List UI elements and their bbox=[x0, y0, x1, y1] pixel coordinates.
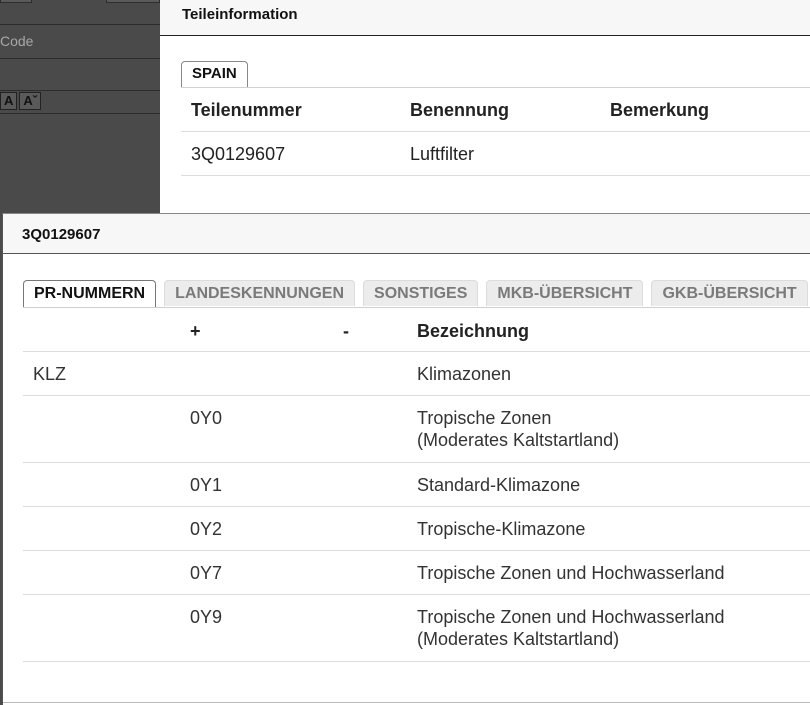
section-title: Teileinformation bbox=[182, 6, 298, 23]
pr-description: Tropische Zonen (Moderates Kaltstartland… bbox=[417, 408, 620, 450]
divider bbox=[0, 90, 160, 91]
pr-plus-code: 0Y7 bbox=[190, 563, 223, 583]
table-row[interactable]: 0Y9 Tropische Zonen und Hochwasserland (… bbox=[23, 595, 810, 662]
pr-plus-code: 0Y9 bbox=[190, 607, 223, 627]
divider bbox=[0, 113, 160, 114]
pr-description: Tropische Zonen und Hochwasserland bbox=[417, 563, 725, 583]
tab-landeskennungen[interactable]: LANDESKENNUNGEN bbox=[164, 280, 356, 306]
tab-spain[interactable]: SPAIN bbox=[181, 61, 248, 87]
table-row[interactable]: KLZ Klimazonen bbox=[23, 352, 810, 396]
column-header-description[interactable]: Bezeichnung bbox=[417, 320, 529, 342]
section-header: Teileinformation bbox=[160, 0, 810, 36]
dialog-footer-divider bbox=[3, 702, 810, 703]
font-increase-button[interactable]: Aˇ bbox=[19, 92, 42, 110]
divider bbox=[0, 58, 160, 59]
tab-pr-nummern[interactable]: PR-NUMMERN bbox=[23, 280, 157, 307]
column-header[interactable]: Bemerkung bbox=[610, 100, 709, 121]
tab-mkb-uebersicht[interactable]: MKB-ÜBERSICHT bbox=[486, 280, 644, 306]
pr-description: Klimazonen bbox=[417, 364, 512, 384]
column-header[interactable]: Teilenummer bbox=[191, 100, 302, 121]
pr-plus-code: 0Y0 bbox=[190, 408, 223, 428]
tab-sonstiges[interactable]: SONSTIGES bbox=[363, 280, 479, 306]
dialog-title: 3Q0129607 bbox=[22, 226, 101, 243]
column-header-plus[interactable]: + bbox=[190, 320, 201, 342]
table-header-row: + - Bezeichnung bbox=[23, 308, 810, 352]
table-header-row: Teilenummer Benennung Bemerkung bbox=[181, 88, 810, 132]
part-detail-dialog: 3Q0129607 PR-NUMMERN LANDESKENNUNGEN SON… bbox=[2, 213, 810, 705]
table-row[interactable]: 3Q0129607 Luftfilter bbox=[181, 132, 810, 176]
table-row[interactable]: 0Y1 Standard-Klimazone bbox=[23, 463, 810, 507]
table-row[interactable]: 0Y2 Tropische-Klimazone bbox=[23, 507, 810, 551]
divider bbox=[0, 24, 160, 25]
pr-description: Tropische-Klimazone bbox=[417, 519, 586, 539]
toolbar-button[interactable] bbox=[0, 0, 32, 3]
tab-gkb-uebersicht[interactable]: GKB-ÜBERSICHT bbox=[651, 280, 808, 306]
part-number: 3Q0129607 bbox=[191, 144, 286, 164]
font-size-tools: A Aˇ bbox=[0, 92, 42, 112]
parts-table: Teilenummer Benennung Bemerkung 3Q012960… bbox=[181, 87, 810, 176]
pr-family-code: KLZ bbox=[33, 364, 67, 384]
column-header[interactable]: Benennung bbox=[410, 100, 509, 121]
font-decrease-button[interactable]: A bbox=[0, 92, 18, 110]
pr-description: Tropische Zonen und Hochwasserland (Mode… bbox=[417, 607, 725, 649]
pr-plus-code: 0Y1 bbox=[190, 475, 223, 495]
code-field[interactable]: Code bbox=[0, 33, 33, 49]
part-name: Luftfilter bbox=[410, 144, 475, 164]
pr-description: Standard-Klimazone bbox=[417, 475, 581, 495]
table-row[interactable]: 0Y0 Tropische Zonen (Moderates Kaltstart… bbox=[23, 396, 810, 463]
column-header-minus[interactable]: - bbox=[343, 320, 349, 342]
toolbar-button[interactable] bbox=[106, 0, 160, 3]
dialog-header: 3Q0129607 bbox=[3, 214, 810, 254]
pr-plus-code: 0Y2 bbox=[190, 519, 223, 539]
table-row[interactable]: 0Y7 Tropische Zonen und Hochwasserland bbox=[23, 551, 810, 595]
dialog-tabs: PR-NUMMERN LANDESKENNUNGEN SONSTIGES MKB… bbox=[23, 280, 808, 307]
pr-number-table: + - Bezeichnung KLZ Klimazonen 0Y0 Tropi… bbox=[23, 307, 810, 662]
